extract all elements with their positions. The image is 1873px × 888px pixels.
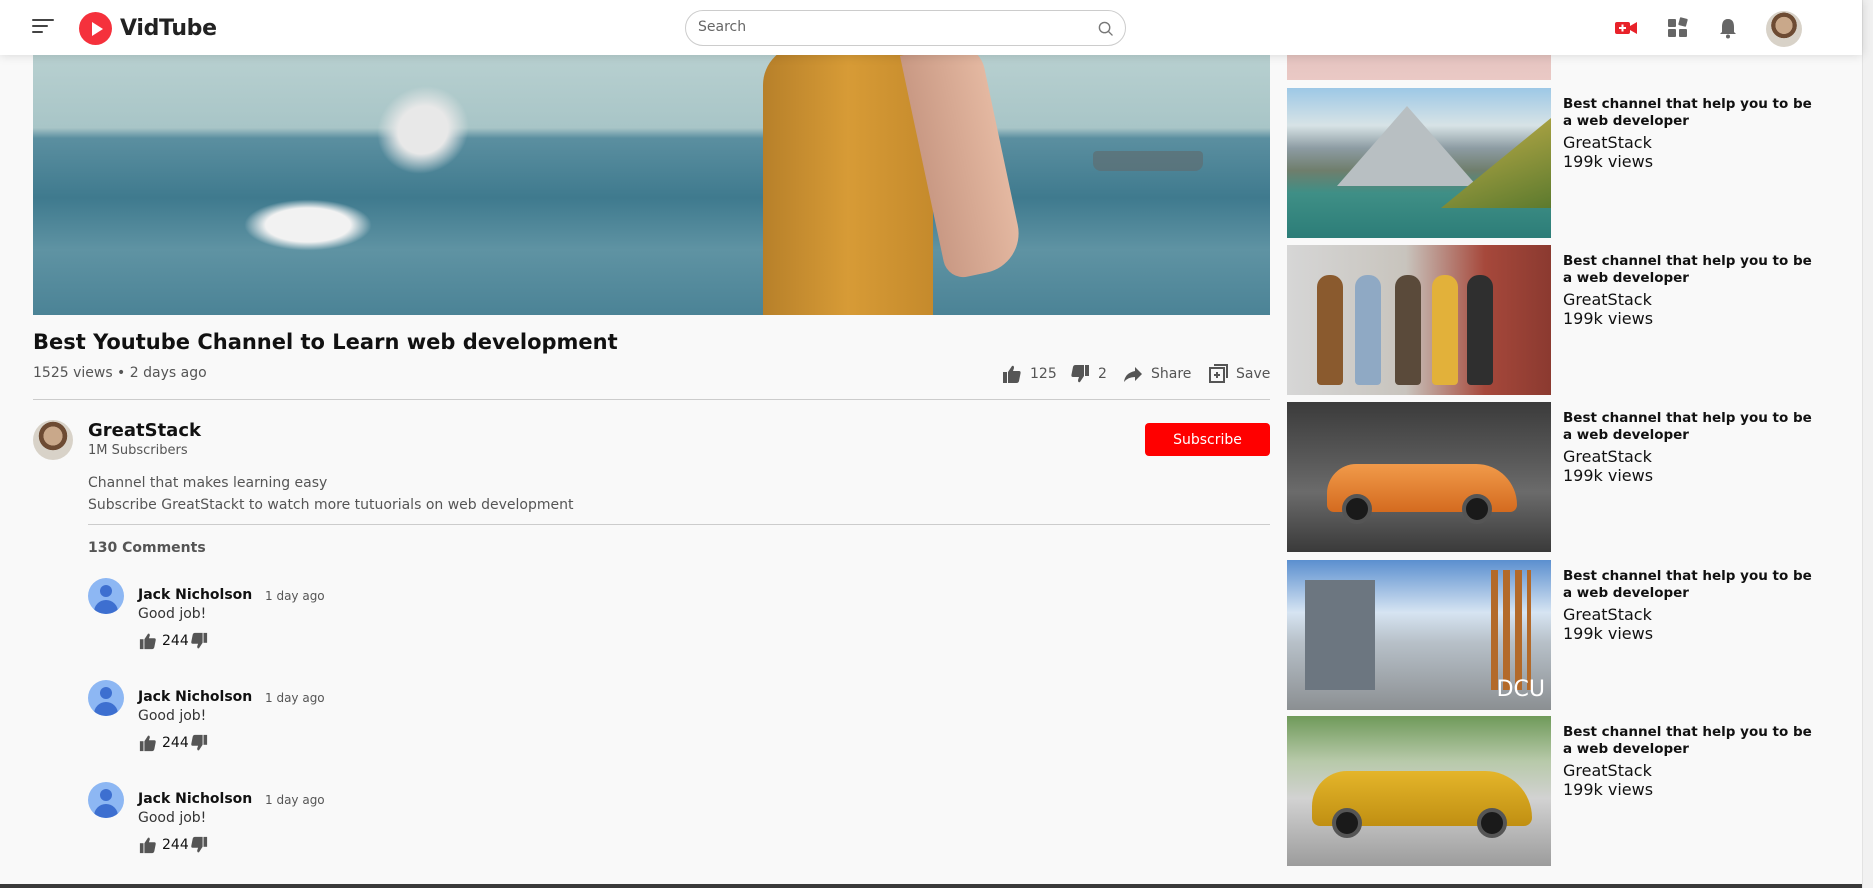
sidebar-views: 199k views: [1563, 152, 1654, 171]
save-playlist-icon: [1209, 364, 1228, 383]
user-avatar-icon[interactable]: [88, 578, 124, 614]
brand-name: VidTube: [120, 16, 217, 41]
divider: [33, 399, 1270, 400]
sidebar-video[interactable]: Best channel that help you to be a web d…: [1287, 716, 1827, 866]
dislike-button[interactable]: 2: [1070, 364, 1107, 384]
comment-like-count: 244: [162, 735, 189, 751]
sidebar-views: 199k views: [1563, 466, 1654, 485]
save-label: Save: [1236, 366, 1271, 382]
user-avatar-icon[interactable]: [88, 782, 124, 818]
thumbs-up-icon[interactable]: [138, 734, 158, 752]
comment-actions: 244: [138, 836, 209, 854]
sidebar-video[interactable]: Best channel that help you to be a web d…: [1287, 402, 1827, 552]
comment-author[interactable]: Jack Nicholson: [138, 791, 252, 807]
sidebar-channel-name: GreatStack: [1563, 447, 1652, 466]
search-icon[interactable]: [1098, 21, 1113, 36]
sidebar-thumbnail[interactable]: [1287, 245, 1551, 395]
sidebar-channel-name: GreatStack: [1563, 133, 1652, 152]
channel-description-line1: Channel that makes learning easy: [88, 475, 328, 491]
sidebar-video[interactable]: Best channel that help you to be a web d…: [1287, 88, 1827, 238]
subscribe-button[interactable]: Subscribe: [1145, 423, 1270, 456]
sidebar-thumbnail[interactable]: [1287, 716, 1551, 866]
play-logo-icon: [79, 12, 112, 45]
channel-description-line2: Subscribe GreatStackt to watch more tutu…: [88, 497, 574, 513]
sidebar-channel-name: GreatStack: [1563, 290, 1652, 309]
comments-count: 130 Comments: [88, 540, 206, 556]
comment-like-count: 244: [162, 837, 189, 853]
comment-item: Jack Nicholson 1 day ago Good job! 244: [88, 578, 588, 668]
comment-item: Jack Nicholson 1 day ago Good job! 244: [88, 680, 588, 770]
share-button[interactable]: Share: [1123, 364, 1191, 384]
menu-icon[interactable]: [32, 17, 54, 35]
comment-time: 1 day ago: [265, 589, 325, 603]
save-button[interactable]: Save: [1208, 364, 1270, 384]
like-button[interactable]: 125: [1002, 364, 1057, 384]
thumbs-down-icon: [1071, 365, 1089, 383]
top-navbar: VidTube: [0, 0, 1862, 55]
upload-video-icon[interactable]: [1614, 17, 1638, 39]
page-scrollbar[interactable]: [1862, 0, 1873, 888]
sidebar-views: 199k views: [1563, 309, 1654, 328]
thumbs-up-icon[interactable]: [138, 836, 158, 854]
comment-item: Jack Nicholson 1 day ago Good job! 244: [88, 782, 588, 872]
sidebar-views: 199k views: [1563, 780, 1654, 799]
thumbs-up-icon: [1003, 365, 1021, 383]
apps-icon[interactable]: [1666, 17, 1690, 39]
sidebar-video-title[interactable]: Best channel that help you to be a web d…: [1563, 96, 1825, 130]
comment-text: Good job!: [138, 810, 207, 826]
sidebar-video-title[interactable]: Best channel that help you to be a web d…: [1563, 724, 1825, 758]
notification-bell-icon[interactable]: [1716, 17, 1740, 39]
comment-time: 1 day ago: [265, 691, 325, 705]
sidebar-channel-name: GreatStack: [1563, 761, 1652, 780]
sidebar-video-title[interactable]: Best channel that help you to be a web d…: [1563, 410, 1825, 444]
dislike-count: 2: [1098, 366, 1107, 382]
sidebar-channel-name: GreatStack: [1563, 605, 1652, 624]
comment-actions: 244: [138, 632, 209, 650]
sidebar-thumbnail[interactable]: [1287, 88, 1551, 238]
video-player[interactable]: [33, 55, 1270, 315]
thumbs-down-icon[interactable]: [189, 632, 209, 650]
search-box: [685, 10, 1126, 46]
thumbs-down-icon[interactable]: [189, 836, 209, 854]
sidebar-video[interactable]: DCU Best channel that help you to be a w…: [1287, 560, 1827, 710]
search-input[interactable]: [698, 19, 1078, 35]
sidebar-video-title[interactable]: Best channel that help you to be a web d…: [1563, 568, 1825, 602]
comment-author[interactable]: Jack Nicholson: [138, 587, 252, 603]
video-meta: 1525 views • 2 days ago: [33, 365, 207, 381]
video-title: Best Youtube Channel to Learn web develo…: [33, 330, 618, 354]
comment-like-count: 244: [162, 633, 189, 649]
channel-subscribers: 1M Subscribers: [88, 443, 188, 458]
user-avatar[interactable]: [1766, 11, 1802, 47]
sidebar-thumbnail[interactable]: DCU: [1287, 560, 1551, 710]
comment-text: Good job!: [138, 606, 207, 622]
thumbs-up-icon[interactable]: [138, 632, 158, 650]
comment-author[interactable]: Jack Nicholson: [138, 689, 252, 705]
comment-actions: 244: [138, 734, 209, 752]
like-count: 125: [1030, 366, 1057, 382]
comment-text: Good job!: [138, 708, 207, 724]
divider: [88, 524, 1270, 525]
comment-time: 1 day ago: [265, 793, 325, 807]
thumbs-down-icon[interactable]: [189, 734, 209, 752]
sidebar-video[interactable]: Best channel that help you to be a web d…: [1287, 245, 1827, 395]
sidebar-thumbnail[interactable]: [1287, 402, 1551, 552]
sign-logo: DCU: [1496, 677, 1545, 702]
share-label: Share: [1151, 366, 1192, 382]
sidebar-video-title[interactable]: Best channel that help you to be a web d…: [1563, 253, 1825, 287]
channel-avatar[interactable]: [33, 420, 73, 460]
share-icon: [1124, 367, 1142, 382]
sidebar-views: 199k views: [1563, 624, 1654, 643]
user-avatar-icon[interactable]: [88, 680, 124, 716]
channel-name[interactable]: GreatStack: [88, 420, 201, 441]
bottom-edge: [0, 884, 1862, 888]
logo[interactable]: VidTube: [79, 12, 217, 45]
